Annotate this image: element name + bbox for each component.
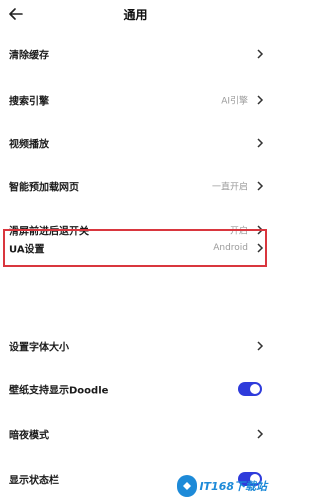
setting-label: 壁纸支持显示Doodle (9, 385, 109, 397)
app-header: 通用 (0, 0, 271, 30)
setting-label: 视频播放 (9, 139, 49, 151)
doodle-toggle[interactable] (238, 382, 262, 396)
chevron-right-icon (257, 138, 264, 148)
setting-search-engine[interactable]: 搜索引擎 AI引擎 (0, 79, 271, 121)
chevron-right-icon (257, 341, 264, 351)
setting-label: 智能预加载网页 (9, 182, 79, 194)
setting-label: 清除缓存 (9, 50, 49, 62)
setting-font-size[interactable]: 设置字体大小 (0, 325, 271, 367)
setting-dark-mode[interactable]: 暗夜模式 (0, 413, 271, 455)
setting-video-playback[interactable]: 视频播放 (0, 122, 271, 164)
chevron-right-icon (257, 429, 264, 439)
highlight-box (3, 229, 267, 267)
setting-value: AI引擎 (221, 96, 248, 107)
setting-clear-cache[interactable]: 清除缓存 (0, 33, 271, 75)
page-title: 通用 (123, 8, 148, 22)
watermark: IT168下载站 (177, 474, 267, 498)
setting-wallpaper-doodle: 壁纸支持显示Doodle (0, 368, 271, 410)
setting-smart-preload[interactable]: 智能预加载网页 一直开启 (0, 165, 271, 207)
setting-label: 显示状态栏 (9, 475, 59, 487)
chevron-right-icon (257, 95, 264, 105)
setting-label: 设置字体大小 (9, 342, 69, 354)
watermark-text: IT168下载站 (199, 480, 267, 493)
watermark-logo-icon (177, 475, 198, 497)
chevron-right-icon (257, 49, 264, 59)
setting-label: 暗夜模式 (9, 430, 49, 442)
toggle-knob (250, 384, 260, 394)
setting-value: 一直开启 (211, 182, 248, 193)
setting-label: 搜索引擎 (9, 96, 49, 108)
chevron-right-icon (257, 181, 264, 191)
